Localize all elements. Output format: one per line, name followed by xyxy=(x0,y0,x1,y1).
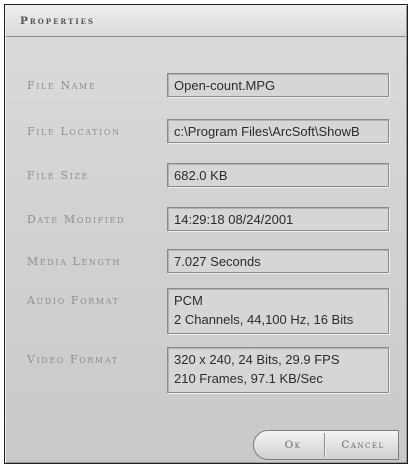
video-format-label: Video Format xyxy=(27,353,119,366)
video-format-value-2: 210 Frames, 97.1 KB/Sec xyxy=(174,371,323,386)
audio-format-value-1: PCM xyxy=(174,293,203,308)
cancel-button[interactable]: Cancel xyxy=(327,430,399,460)
audio-format-label: Audio Format xyxy=(27,294,120,307)
file-size-field: 682.0 KB xyxy=(167,163,389,187)
button-divider xyxy=(324,433,325,457)
file-name-label: File Name xyxy=(27,79,97,92)
file-size-value: 682.0 KB xyxy=(174,168,228,183)
dialog-title: Properties xyxy=(20,15,95,27)
dialog-titlebar: Properties xyxy=(6,6,406,37)
dialog-button-group: Ok Cancel xyxy=(253,430,399,460)
video-format-field: 320 x 240, 24 Bits, 29.9 FPS 210 Frames,… xyxy=(167,347,389,393)
date-modified-field: 14:29:18 08/24/2001 xyxy=(167,207,389,231)
file-location-label: File Location xyxy=(27,125,121,138)
file-location-field: c:\Program Files\ArcSoft\ShowB xyxy=(167,119,389,143)
media-length-value: 7.027 Seconds xyxy=(174,254,261,269)
file-name-field: Open-count.MPG xyxy=(167,73,389,97)
media-length-field: 7.027 Seconds xyxy=(167,249,389,273)
date-modified-label: Date Modified xyxy=(27,213,125,226)
media-length-label: Media Length xyxy=(27,255,121,268)
file-size-label: File Size xyxy=(27,169,89,182)
file-name-value: Open-count.MPG xyxy=(174,78,276,93)
ok-button[interactable]: Ok xyxy=(267,430,319,460)
audio-format-value-2: 2 Channels, 44,100 Hz, 16 Bits xyxy=(174,312,354,327)
date-modified-value: 14:29:18 08/24/2001 xyxy=(174,212,294,227)
video-format-value-1: 320 x 240, 24 Bits, 29.9 FPS xyxy=(174,352,340,367)
file-location-value: c:\Program Files\ArcSoft\ShowB xyxy=(174,124,360,139)
audio-format-field: PCM 2 Channels, 44,100 Hz, 16 Bits xyxy=(167,288,389,334)
properties-dialog: Properties File Name Open-count.MPG File… xyxy=(4,4,408,464)
